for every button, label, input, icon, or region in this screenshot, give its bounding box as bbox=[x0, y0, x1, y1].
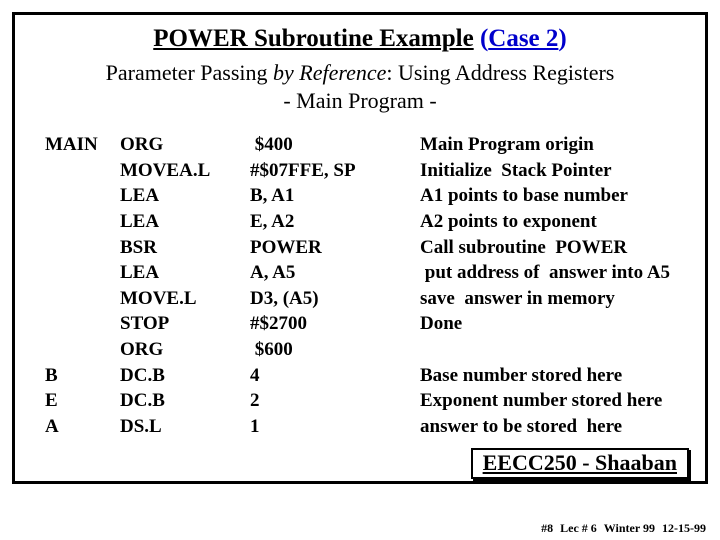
subtitle-line2: - Main Program - bbox=[283, 88, 436, 113]
code-opcode: DS.L bbox=[120, 414, 250, 440]
code-operand: 4 bbox=[250, 363, 420, 389]
code-comment: Exponent number stored here bbox=[420, 388, 697, 414]
code-opcode: ORG bbox=[120, 337, 250, 363]
code-opcode: LEA bbox=[120, 209, 250, 235]
code-label: MAIN bbox=[45, 132, 120, 158]
code-row: BDC.B4Base number stored here bbox=[45, 363, 697, 389]
title-case-close: ) bbox=[558, 25, 566, 52]
code-label bbox=[45, 158, 120, 184]
code-comment: save answer in memory bbox=[420, 286, 697, 312]
title-plain: POWER Subroutine Example bbox=[153, 25, 473, 52]
code-comment: Base number stored here bbox=[420, 363, 697, 389]
code-operand: A, A5 bbox=[250, 260, 420, 286]
code-opcode: LEA bbox=[120, 183, 250, 209]
subtitle-post: : Using Address Registers bbox=[386, 60, 614, 85]
code-row: LEAA, A5 put address of answer into A5 bbox=[45, 260, 697, 286]
code-comment: answer to be stored here bbox=[420, 414, 697, 440]
code-operand: $600 bbox=[250, 337, 420, 363]
code-row: MOVEA.L#$07FFE, SPInitialize Stack Point… bbox=[45, 158, 697, 184]
code-comment bbox=[420, 337, 697, 363]
code-operand: D3, (A5) bbox=[250, 286, 420, 312]
code-label bbox=[45, 260, 120, 286]
code-opcode: MOVE.L bbox=[120, 286, 250, 312]
subtitle-emph: by Reference bbox=[273, 60, 386, 85]
code-opcode: STOP bbox=[120, 311, 250, 337]
code-opcode: ORG bbox=[120, 132, 250, 158]
footer-date: 12-15-99 bbox=[662, 521, 706, 535]
code-label bbox=[45, 183, 120, 209]
code-row: MAINORG $400Main Program origin bbox=[45, 132, 697, 158]
code-row: MOVE.LD3, (A5)save answer in memory bbox=[45, 286, 697, 312]
assembly-listing: MAINORG $400Main Program originMOVEA.L#$… bbox=[45, 132, 697, 440]
slide-title: POWER Subroutine Example (Case 2) bbox=[23, 25, 697, 53]
course-footer-box: EECC250 - Shaaban bbox=[471, 448, 689, 479]
code-label: E bbox=[45, 388, 120, 414]
code-operand: 1 bbox=[250, 414, 420, 440]
code-opcode: DC.B bbox=[120, 363, 250, 389]
code-comment: Main Program origin bbox=[420, 132, 697, 158]
slide-subtitle: Parameter Passing by Reference: Using Ad… bbox=[23, 59, 697, 114]
subtitle-pre: Parameter Passing bbox=[106, 60, 273, 85]
footer-slide-num: #8 bbox=[541, 521, 553, 535]
code-label bbox=[45, 311, 120, 337]
code-row: STOP#$2700Done bbox=[45, 311, 697, 337]
code-opcode: DC.B bbox=[120, 388, 250, 414]
code-label: A bbox=[45, 414, 120, 440]
code-operand: 2 bbox=[250, 388, 420, 414]
code-row: EDC.B2Exponent number stored here bbox=[45, 388, 697, 414]
code-operand: #$07FFE, SP bbox=[250, 158, 420, 184]
code-label bbox=[45, 235, 120, 261]
code-opcode: BSR bbox=[120, 235, 250, 261]
code-comment: Done bbox=[420, 311, 697, 337]
title-case: Case 2 bbox=[488, 25, 558, 52]
code-operand: POWER bbox=[250, 235, 420, 261]
code-row: ADS.L1answer to be stored here bbox=[45, 414, 697, 440]
code-row: ORG $600 bbox=[45, 337, 697, 363]
code-label bbox=[45, 337, 120, 363]
code-comment: A2 points to exponent bbox=[420, 209, 697, 235]
footer-term: Winter 99 bbox=[604, 521, 655, 535]
code-label bbox=[45, 286, 120, 312]
code-operand: B, A1 bbox=[250, 183, 420, 209]
code-comment: Initialize Stack Pointer bbox=[420, 158, 697, 184]
code-comment: Call subroutine POWER bbox=[420, 235, 697, 261]
code-comment: put address of answer into A5 bbox=[420, 260, 697, 286]
code-row: LEAE, A2A2 points to exponent bbox=[45, 209, 697, 235]
code-row: BSRPOWERCall subroutine POWER bbox=[45, 235, 697, 261]
code-operand: #$2700 bbox=[250, 311, 420, 337]
code-label bbox=[45, 209, 120, 235]
code-label: B bbox=[45, 363, 120, 389]
footer-lecture: Lec # 6 bbox=[560, 521, 597, 535]
code-operand: $400 bbox=[250, 132, 420, 158]
code-opcode: LEA bbox=[120, 260, 250, 286]
code-operand: E, A2 bbox=[250, 209, 420, 235]
code-row: LEAB, A1A1 points to base number bbox=[45, 183, 697, 209]
page-footer: #8 Lec # 6 Winter 99 12-15-99 bbox=[537, 521, 706, 536]
code-comment: A1 points to base number bbox=[420, 183, 697, 209]
slide-frame: POWER Subroutine Example (Case 2) Parame… bbox=[12, 12, 708, 484]
code-opcode: MOVEA.L bbox=[120, 158, 250, 184]
